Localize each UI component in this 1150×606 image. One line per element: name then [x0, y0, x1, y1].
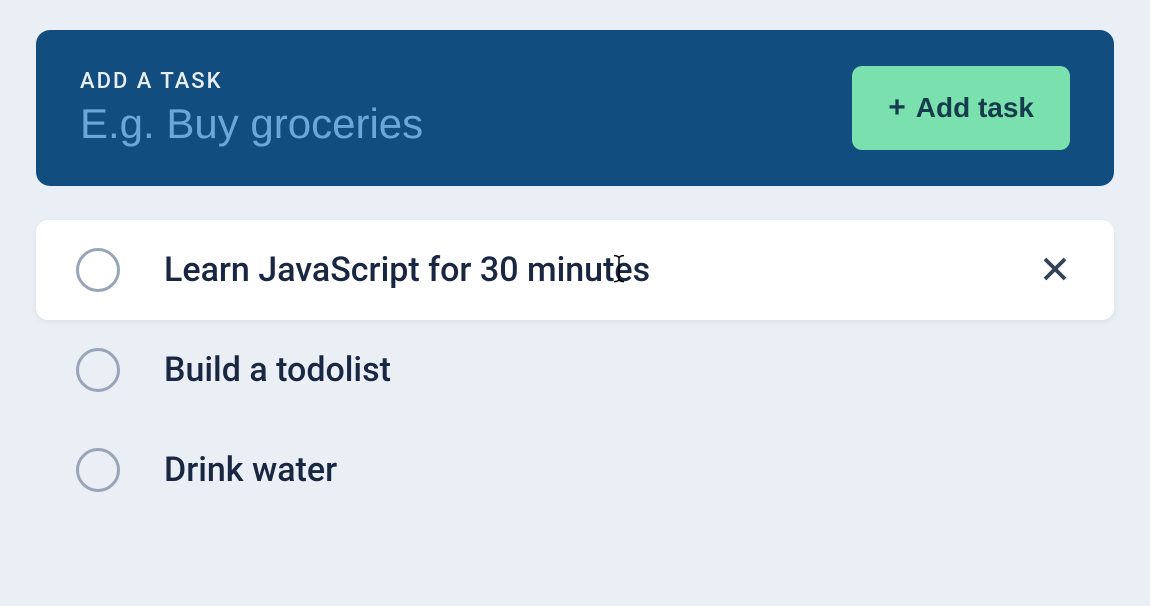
task-row[interactable]: Build a todolist: [36, 320, 1114, 420]
task-checkbox[interactable]: [76, 248, 120, 292]
delete-task-button[interactable]: [1036, 250, 1074, 291]
add-task-button-label: Add task: [916, 92, 1034, 124]
task-checkbox[interactable]: [76, 448, 120, 492]
task-text: Drink water: [164, 450, 1074, 490]
add-task-button[interactable]: + Add task: [852, 66, 1070, 150]
task-list: Learn JavaScript for 30 minutes Build a …: [36, 220, 1114, 520]
task-row[interactable]: Drink water: [36, 420, 1114, 520]
task-checkbox[interactable]: [76, 348, 120, 392]
add-task-label: Add a task: [80, 69, 852, 94]
close-icon: [1040, 254, 1070, 287]
add-task-input[interactable]: [80, 100, 852, 148]
plus-icon: +: [888, 93, 906, 123]
task-text: Learn JavaScript for 30 minutes: [164, 250, 992, 290]
task-row[interactable]: Learn JavaScript for 30 minutes: [36, 220, 1114, 320]
add-task-left: Add a task: [80, 69, 852, 148]
add-task-card: Add a task + Add task: [36, 30, 1114, 186]
task-text: Build a todolist: [164, 350, 1074, 390]
